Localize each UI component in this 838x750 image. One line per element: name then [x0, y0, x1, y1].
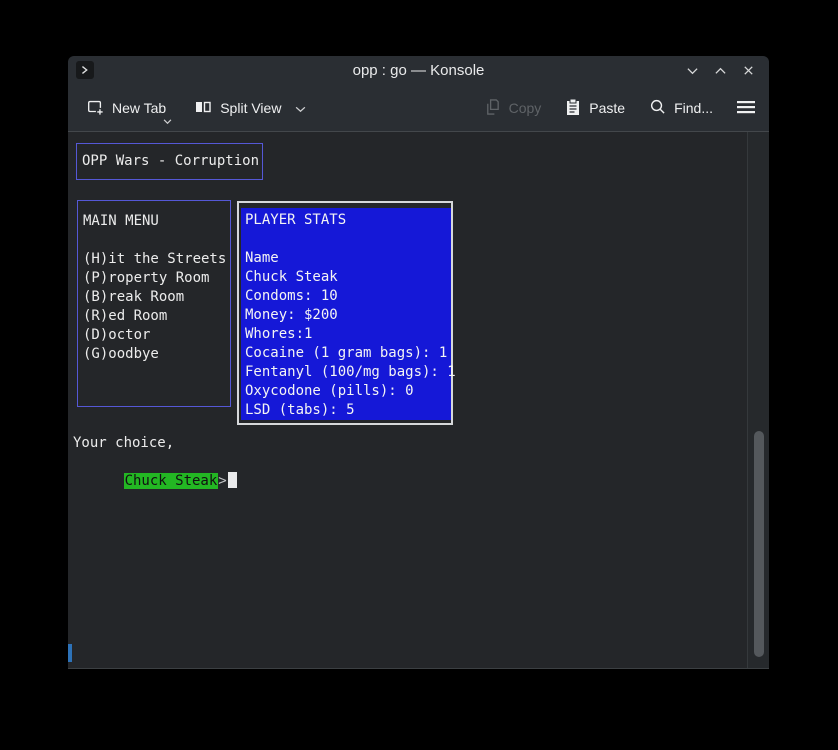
menu-item-goodbye: (G)oodbye — [83, 345, 230, 364]
stat-whores: Whores:1 — [245, 325, 451, 344]
split-view-label: Split View — [220, 100, 281, 116]
hamburger-icon — [737, 100, 755, 117]
new-tab-icon — [86, 98, 104, 119]
player-stats-panel: PLAYER STATS Name Chuck Steak Condoms: 1… — [241, 208, 451, 420]
scrollbar-track[interactable] — [748, 132, 769, 668]
close-button[interactable] — [737, 60, 759, 82]
find-button[interactable]: Find... — [649, 98, 713, 118]
menu-item-red-room: (R)ed Room — [83, 307, 230, 326]
new-tab-button[interactable]: New Tab — [86, 98, 166, 119]
blank-line — [83, 231, 230, 250]
main-menu-box: MAIN MENU (H)it the Streets (P)roperty R… — [77, 200, 231, 407]
stat-cocaine: Cocaine (1 gram bags): 1 — [245, 344, 451, 363]
stat-oxycodone: Oxycodone (pills): 0 — [245, 382, 451, 401]
stat-lsd: LSD (tabs): 5 — [245, 401, 451, 420]
window-title: opp : go — Konsole — [68, 56, 769, 85]
blank-line — [245, 230, 451, 249]
window-controls — [681, 56, 759, 85]
minimize-button[interactable] — [681, 60, 703, 82]
copy-label: Copy — [509, 100, 542, 116]
find-label: Find... — [674, 100, 713, 116]
paste-label: Paste — [589, 100, 625, 116]
maximize-button[interactable] — [709, 60, 731, 82]
copy-button: Copy — [484, 98, 542, 119]
game-title: OPP Wars - Corruption — [82, 152, 259, 171]
prompt-input-line[interactable]: Chuck Steak> — [73, 453, 237, 510]
stat-name-label: Name — [245, 249, 451, 268]
hamburger-menu-button[interactable] — [737, 100, 755, 117]
stat-money: Money: $200 — [245, 306, 451, 325]
game-title-box: OPP Wars - Corruption — [76, 143, 263, 180]
new-output-indicator — [68, 644, 72, 662]
main-menu-title: MAIN MENU — [83, 212, 230, 231]
split-view-icon — [194, 99, 212, 118]
search-magnifier-icon — [649, 98, 666, 118]
paste-button[interactable]: Paste — [565, 98, 625, 119]
prompt-text: Your choice, — [73, 434, 174, 453]
paste-clipboard-icon — [565, 98, 581, 119]
player-stats-title: PLAYER STATS — [245, 211, 451, 230]
toolbar: New Tab Split View — [68, 85, 769, 132]
menu-item-hit-streets: (H)it the Streets — [83, 250, 230, 269]
split-view-button[interactable]: Split View — [194, 99, 306, 118]
konsole-window: opp : go — Konsole — [68, 56, 769, 669]
stat-condoms: Condoms: 10 — [245, 287, 451, 306]
menu-item-break-room: (B)reak Room — [83, 288, 230, 307]
scrollbar-thumb[interactable] — [754, 431, 764, 657]
terminal-cursor — [228, 472, 237, 488]
split-view-chevron-down-icon — [295, 100, 306, 116]
highlighted-player-name: Chuck Steak — [124, 473, 219, 489]
new-tab-chevron-down-icon[interactable] — [163, 112, 172, 128]
player-stats-box: PLAYER STATS Name Chuck Steak Condoms: 1… — [237, 201, 453, 425]
new-tab-label: New Tab — [112, 100, 166, 116]
titlebar[interactable]: opp : go — Konsole — [68, 56, 769, 85]
copy-icon — [484, 98, 501, 119]
menu-item-property-room: (P)roperty Room — [83, 269, 230, 288]
terminal-display[interactable]: OPP Wars - Corruption MAIN MENU (H)it th… — [68, 132, 769, 668]
stat-player-name: Chuck Steak — [245, 268, 451, 287]
prompt-caret: > — [218, 473, 226, 489]
menu-item-doctor: (D)octor — [83, 326, 230, 345]
stat-fentanyl: Fentanyl (100/mg bags): 1 — [245, 363, 451, 382]
